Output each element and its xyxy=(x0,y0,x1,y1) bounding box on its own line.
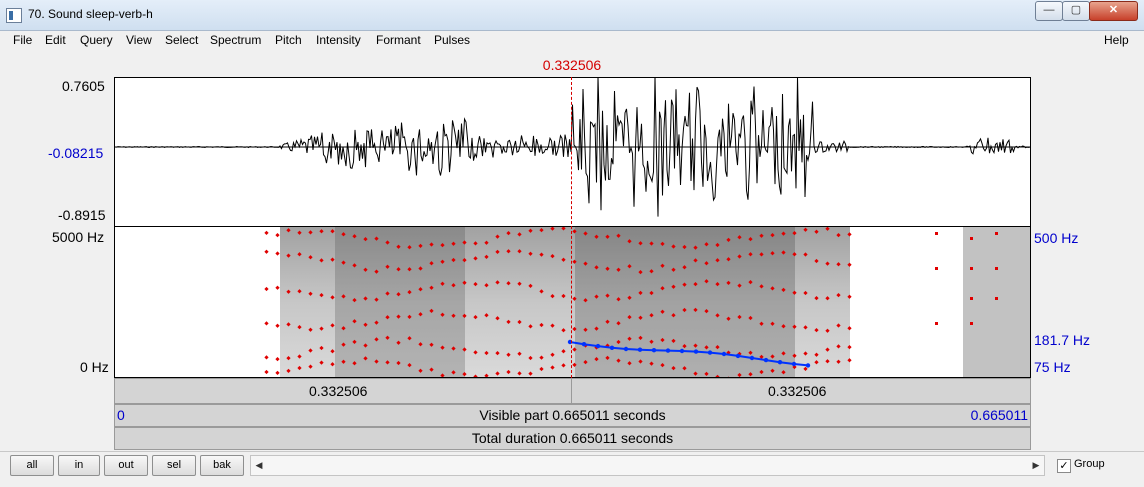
pitch-ybottom-label: 75 Hz xyxy=(1034,359,1071,375)
spectrogram-ytop-label: 5000 Hz xyxy=(52,229,105,245)
formant-dot xyxy=(935,232,938,235)
formant-dot xyxy=(275,356,280,362)
window-title: 70. Sound sleep-verb-h xyxy=(28,7,153,21)
formant-dot xyxy=(275,370,280,376)
formant-dot xyxy=(970,267,973,270)
menu-spectrum[interactable]: Spectrum xyxy=(210,33,261,47)
formant-dot xyxy=(275,232,280,238)
scroll-right-icon[interactable]: ▶ xyxy=(1028,456,1044,475)
menu-help[interactable]: Help xyxy=(1104,33,1129,47)
cursor-time-label: 0.332506 xyxy=(542,57,602,73)
praat-window-icon[interactable] xyxy=(6,8,22,23)
waveform-ymin-label: -0.8915 xyxy=(58,207,106,223)
menu-formant[interactable]: Formant xyxy=(376,33,421,47)
scroll-left-icon[interactable]: ◀ xyxy=(251,456,267,475)
horizontal-scrollbar[interactable]: ◀ ▶ xyxy=(250,455,1045,476)
menu-view[interactable]: View xyxy=(126,33,152,47)
pitch-point xyxy=(595,343,601,349)
formant-dot xyxy=(995,297,998,300)
spectrogram-ybottom-label: 0 Hz xyxy=(80,359,109,375)
right-segment-label[interactable]: 0.332506 xyxy=(768,383,826,399)
close-button[interactable]: ✕ xyxy=(1089,1,1138,21)
menu-file[interactable]: File xyxy=(13,33,32,47)
pitch-point xyxy=(623,346,629,352)
menu-bar: File Edit Query View Select Spectrum Pit… xyxy=(0,31,1144,51)
visible-end-label: 0.665011 xyxy=(970,407,1028,423)
formant-dot xyxy=(970,322,973,325)
pitch-point xyxy=(665,348,671,353)
formant-dot xyxy=(264,230,269,236)
menu-intensity[interactable]: Intensity xyxy=(316,33,361,47)
formant-dot xyxy=(264,369,269,375)
spectrogram-panel[interactable] xyxy=(114,227,1031,378)
spectrogram-energy-end xyxy=(963,227,1030,377)
menu-select[interactable]: Select xyxy=(165,33,198,47)
visible-part-bar[interactable]: 0 Visible part 0.665011 seconds 0.665011 xyxy=(114,404,1031,427)
formant-dot xyxy=(970,297,973,300)
bottom-toolbar: all in out sel bak ◀ ▶ ✓ Group xyxy=(0,451,1144,487)
title-bar: 70. Sound sleep-verb-h — ▢ ✕ xyxy=(0,0,1144,31)
pitch-point xyxy=(805,363,811,368)
waveform-panel[interactable] xyxy=(114,77,1031,227)
formant-dot xyxy=(275,323,280,328)
zoom-back-button[interactable]: bak xyxy=(200,455,244,476)
pitch-point xyxy=(735,353,741,359)
pitch-point xyxy=(749,355,755,361)
minimize-button[interactable]: — xyxy=(1035,1,1063,21)
pitch-point xyxy=(609,345,615,350)
group-checkbox[interactable]: ✓ xyxy=(1057,459,1071,473)
formant-dot xyxy=(970,237,973,240)
pitch-point xyxy=(721,351,727,357)
visible-part-label: Visible part 0.665011 seconds xyxy=(479,407,666,423)
group-label: Group xyxy=(1074,458,1105,470)
total-duration-label: Total duration 0.665011 seconds xyxy=(471,430,674,446)
pitch-point xyxy=(763,357,769,363)
zoom-sel-button[interactable]: sel xyxy=(152,455,196,476)
pitch-point xyxy=(707,350,713,355)
zoom-all-button[interactable]: all xyxy=(10,455,54,476)
left-segment-label[interactable]: 0.332506 xyxy=(309,383,367,399)
waveform-ycursor-label: -0.08215 xyxy=(48,145,104,161)
zoom-out-button[interactable]: out xyxy=(104,455,148,476)
total-duration-bar[interactable]: Total duration 0.665011 seconds xyxy=(114,427,1031,450)
menu-pulses[interactable]: Pulses xyxy=(434,33,470,47)
cursor-line xyxy=(571,77,572,378)
formant-dot xyxy=(264,355,269,360)
formant-dot xyxy=(995,232,998,235)
pitch-point xyxy=(679,348,685,354)
formant-dot xyxy=(935,267,938,270)
pitch-point xyxy=(637,347,643,352)
formant-dot xyxy=(275,285,280,290)
menu-edit[interactable]: Edit xyxy=(45,33,66,47)
menu-query[interactable]: Query xyxy=(80,33,113,47)
menu-pitch[interactable]: Pitch xyxy=(275,33,302,47)
maximize-button[interactable]: ▢ xyxy=(1062,1,1090,21)
waveform-ymax-label: 0.7605 xyxy=(62,78,105,94)
formant-dot xyxy=(264,286,269,292)
formant-dot xyxy=(264,249,269,254)
pitch-current-label: 181.7 Hz xyxy=(1034,332,1091,348)
pitch-point xyxy=(777,360,783,365)
formant-dot xyxy=(275,251,280,256)
pitch-point xyxy=(581,342,587,347)
formant-dot xyxy=(995,267,998,270)
pitch-point xyxy=(693,349,699,354)
formant-dot xyxy=(935,322,938,325)
pitch-point xyxy=(651,348,657,353)
formant-dot xyxy=(264,321,269,326)
zoom-in-button[interactable]: in xyxy=(58,455,100,476)
segment-bar[interactable]: 0.332506 0.332506 xyxy=(114,378,1031,404)
pitch-point xyxy=(791,361,797,367)
pitch-ytop-label: 500 Hz xyxy=(1034,230,1079,246)
